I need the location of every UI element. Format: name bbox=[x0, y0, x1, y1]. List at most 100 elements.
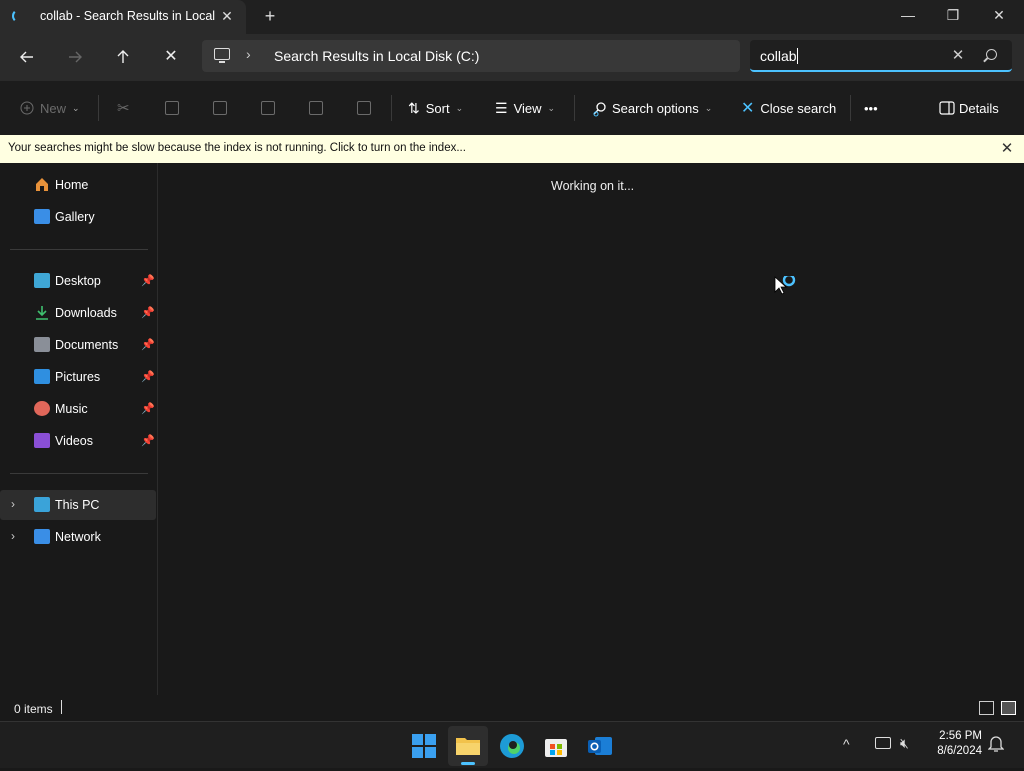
minimize-button[interactable]: — bbox=[885, 0, 931, 32]
music-icon bbox=[34, 401, 50, 416]
sidebar-item-label: Home bbox=[55, 178, 89, 192]
sidebar-item-label: Gallery bbox=[55, 210, 95, 224]
sidebar-item-videos[interactable]: Videos 📌 bbox=[0, 426, 156, 456]
sidebar-item-this-pc[interactable]: › This PC bbox=[0, 490, 156, 520]
chevron-down-icon: ⌄ bbox=[547, 102, 556, 113]
item-count: 0 items bbox=[14, 702, 53, 716]
clock-time: 2:56 PM bbox=[939, 730, 982, 742]
close-tab-button[interactable]: ✕ bbox=[218, 7, 236, 25]
index-warning-banner[interactable]: Your searches might be slow because the … bbox=[0, 135, 1024, 163]
gallery-icon bbox=[34, 209, 50, 224]
search-options-button[interactable]: Search options ⌄ bbox=[592, 95, 712, 121]
sidebar-item-label: This PC bbox=[55, 498, 100, 512]
desktop-icon bbox=[34, 273, 50, 288]
toolbar-divider bbox=[391, 95, 392, 121]
maximize-button[interactable]: ❐ bbox=[930, 0, 976, 32]
share-icon bbox=[309, 101, 323, 115]
sidebar-item-label: Music bbox=[55, 402, 88, 416]
taskbar-outlook[interactable] bbox=[580, 726, 620, 766]
banner-close-button[interactable]: ✕ bbox=[998, 139, 1016, 157]
volume-muted-icon[interactable]: 🔇︎ bbox=[900, 735, 909, 752]
pin-icon[interactable]: 📌 bbox=[141, 434, 155, 447]
taskbar-file-explorer[interactable] bbox=[448, 726, 488, 766]
active-indicator bbox=[461, 762, 475, 765]
back-button[interactable] bbox=[12, 42, 42, 72]
sidebar-item-music[interactable]: Music 📌 bbox=[0, 394, 156, 424]
store-icon bbox=[545, 739, 567, 757]
taskbar-edge[interactable] bbox=[492, 726, 532, 766]
clear-search-button[interactable]: ✕ bbox=[950, 46, 966, 64]
working-status-text: Working on it... bbox=[551, 179, 635, 193]
stop-loading-button[interactable]: ✕ bbox=[156, 42, 186, 72]
sort-label: Sort bbox=[425, 100, 450, 116]
breadcrumb-chevron-icon[interactable]: › bbox=[246, 46, 251, 62]
network-icon bbox=[34, 529, 50, 544]
sidebar-item-label: Pictures bbox=[55, 370, 101, 384]
expand-chevron-icon[interactable]: › bbox=[11, 497, 15, 511]
sidebar-item-network[interactable]: › Network bbox=[0, 522, 156, 552]
this-pc-icon bbox=[34, 497, 50, 512]
more-options-button[interactable]: ••• bbox=[864, 95, 878, 121]
home-icon bbox=[34, 177, 50, 192]
sidebar-item-home[interactable]: Home bbox=[0, 170, 156, 200]
sidebar-item-label: Network bbox=[55, 530, 101, 544]
busy-cursor-icon bbox=[774, 273, 800, 303]
cut-button[interactable]: ✂ bbox=[117, 95, 130, 121]
pin-icon[interactable]: 📌 bbox=[141, 274, 155, 287]
paste-button[interactable] bbox=[213, 95, 227, 121]
pin-icon[interactable]: 📌 bbox=[141, 338, 155, 351]
chevron-down-icon: ⌄ bbox=[72, 102, 80, 113]
forward-arrow-icon bbox=[69, 51, 82, 63]
new-label: New bbox=[40, 100, 67, 116]
sidebar-item-documents[interactable]: Documents 📌 bbox=[0, 330, 156, 360]
sidebar-item-label: Documents bbox=[55, 338, 119, 352]
this-pc-icon bbox=[214, 48, 230, 63]
breadcrumb-location[interactable]: Search Results in Local Disk (C:) bbox=[274, 48, 479, 64]
large-icons-view-icon[interactable] bbox=[1001, 701, 1016, 715]
search-icon[interactable] bbox=[986, 49, 997, 60]
network-status-icon[interactable] bbox=[875, 737, 891, 749]
sidebar-item-downloads[interactable]: Downloads 📌 bbox=[0, 298, 156, 328]
file-explorer-icon bbox=[456, 738, 480, 755]
search-input[interactable]: collab bbox=[760, 48, 798, 64]
pin-icon[interactable]: 📌 bbox=[141, 306, 155, 319]
close-search-button[interactable]: ✕ Close search bbox=[741, 95, 836, 121]
expand-chevron-icon[interactable]: › bbox=[11, 529, 15, 543]
new-button[interactable]: New ⌄ bbox=[20, 95, 80, 121]
view-button[interactable]: ☰ View ⌄ bbox=[495, 95, 555, 121]
pin-icon[interactable]: 📌 bbox=[141, 370, 155, 383]
forward-button[interactable] bbox=[60, 42, 90, 72]
sidebar-item-desktop[interactable]: Desktop 📌 bbox=[0, 266, 156, 296]
edge-icon bbox=[500, 734, 524, 758]
tab-search-results[interactable]: collab - Search Results in Local ✕ bbox=[0, 0, 246, 34]
details-pane-button[interactable]: Details bbox=[939, 95, 999, 121]
new-tab-button[interactable]: + bbox=[260, 6, 280, 26]
copy-button[interactable] bbox=[165, 95, 179, 121]
rename-button[interactable] bbox=[261, 95, 275, 121]
clock[interactable]: 2:56 PM 8/6/2024 bbox=[920, 729, 982, 759]
paste-icon bbox=[213, 101, 227, 115]
taskbar-store[interactable] bbox=[536, 726, 576, 766]
chevron-down-icon: ⌄ bbox=[704, 102, 713, 113]
sort-button[interactable]: ⇅ Sort ⌄ bbox=[408, 95, 463, 121]
up-button[interactable] bbox=[108, 42, 138, 72]
delete-button[interactable] bbox=[357, 95, 371, 121]
share-button[interactable] bbox=[309, 95, 323, 121]
address-bar[interactable]: › Search Results in Local Disk (C:) bbox=[202, 40, 740, 72]
search-options-icon bbox=[592, 101, 606, 117]
sidebar-item-gallery[interactable]: Gallery bbox=[0, 202, 156, 232]
start-button[interactable] bbox=[404, 726, 444, 766]
banner-text[interactable]: Your searches might be slow because the … bbox=[8, 142, 466, 154]
file-list-area[interactable]: Working on it... bbox=[159, 163, 1024, 695]
search-box[interactable]: collab ✕ bbox=[750, 40, 1012, 72]
view-icon: ☰ bbox=[495, 99, 508, 116]
details-view-icon[interactable] bbox=[979, 701, 994, 715]
notification-bell-icon[interactable] bbox=[987, 735, 1005, 758]
clock-date: 8/6/2024 bbox=[937, 745, 982, 757]
copy-icon bbox=[165, 101, 179, 115]
sidebar-item-pictures[interactable]: Pictures 📌 bbox=[0, 362, 156, 392]
tab-title: collab - Search Results in Local bbox=[40, 9, 216, 23]
close-window-button[interactable]: ✕ bbox=[976, 0, 1022, 32]
pin-icon[interactable]: 📌 bbox=[141, 402, 155, 415]
tray-chevron-icon[interactable]: ^ bbox=[843, 736, 850, 752]
